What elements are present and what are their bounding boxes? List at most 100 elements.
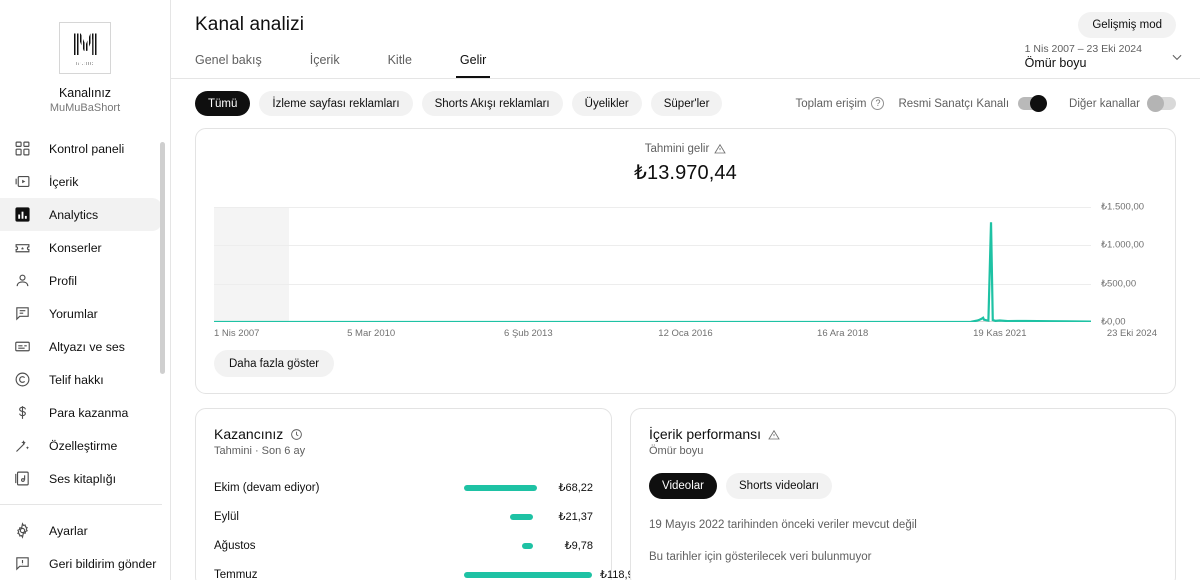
chip-tumu[interactable]: Tümü <box>195 91 251 116</box>
earnings-month-label: Ağustos <box>214 539 256 552</box>
analytics-icon <box>13 205 32 224</box>
warning-icon <box>714 143 727 155</box>
main-content: Kanal analizi Gelişmiş mod 1 Nis 2007 – … <box>171 0 1200 580</box>
sidebar-item-label: Kontrol paneli <box>49 141 125 156</box>
topbar: Kanal analizi Gelişmiş mod 1 Nis 2007 – … <box>171 0 1200 78</box>
page-title: Kanal analizi <box>195 14 305 35</box>
earnings-value: ₺9,78 <box>564 540 593 552</box>
sidebar-item-altyazi-ve-ses[interactable]: Altyazı ve ses <box>0 330 162 363</box>
earnings-bar <box>522 542 533 549</box>
sidebar-item-label: Para kazanma <box>49 405 129 420</box>
other-channels-toggle[interactable] <box>1147 95 1176 112</box>
chip-uyelikler[interactable]: Üyelikler <box>571 91 642 116</box>
comment-icon <box>13 304 32 323</box>
earnings-month-label: Ekim (devam ediyor) <box>214 481 320 494</box>
person-icon <box>13 271 32 290</box>
sidebar-nav: Kontrol paneli İçerik Analytics Konserle… <box>0 132 170 580</box>
sidebar-item-label: Özelleştirme <box>49 438 118 453</box>
revenue-metric-label-wrap: Tahmini gelir <box>645 143 727 155</box>
channel-title: Kanalınız <box>58 86 112 100</box>
help-icon[interactable]: ? <box>871 97 885 110</box>
earnings-bar <box>464 571 592 578</box>
channel-logo-subtext: MUSIC <box>60 61 110 66</box>
performance-tabs: Videolar Shorts videoları <box>649 473 1157 499</box>
revenue-series <box>214 207 1091 322</box>
audio-library-icon <box>13 469 32 488</box>
dashboard-icon <box>13 139 32 158</box>
earnings-bar-wrap <box>464 513 541 520</box>
sidebar-item-profil[interactable]: Profil <box>0 264 162 297</box>
plot-inner <box>214 207 1091 322</box>
performance-card-title-row: İçerik performansı <box>649 426 1157 442</box>
tab-gelir[interactable]: Gelir <box>450 53 496 78</box>
performance-message-secondary: Bu tarihler için gösterilecek veri bulun… <box>649 551 872 563</box>
earnings-row: Ekim (devam ediyor) ₺68,22 <box>214 473 593 502</box>
app-root: M MUSIC Kanalınız MuMuBaShort Kontrol pa… <box>0 0 1200 580</box>
performance-message-primary: 19 Mayıs 2022 tarihinden önceki veriler … <box>649 519 917 531</box>
sidebar-item-geri-bildirim-gonder[interactable]: Geri bildirim gönder <box>0 547 162 580</box>
sidebar-item-konserler[interactable]: Konserler <box>0 231 162 264</box>
sidebar-item-analytics[interactable]: Analytics <box>0 198 162 231</box>
show-more-button[interactable]: Daha fazla göster <box>214 350 335 377</box>
tab-videolar[interactable]: Videolar <box>649 473 717 499</box>
tab-icerik[interactable]: İçerik <box>300 53 350 78</box>
official-artist-channel-label: Resmi Sanatçı Kanalı <box>898 97 1010 110</box>
earnings-value: ₺21,37 <box>558 511 593 523</box>
sidebar-item-icerik[interactable]: İçerik <box>0 165 162 198</box>
x-axis-labels: 1 Nis 2007 5 Mar 2010 6 Şub 2013 12 Oca 201… <box>214 328 1157 344</box>
sidebar-item-label: Altyazı ve ses <box>49 339 125 354</box>
sidebar-item-kontrol-paneli[interactable]: Kontrol paneli <box>0 132 162 165</box>
sidebar-item-yorumlar[interactable]: Yorumlar <box>0 297 162 330</box>
revenue-plot[interactable]: ₺0,00 ₺500,00 ₺1.000,00 ₺1.500,00 <box>196 202 1175 328</box>
performance-card-subtitle: Ömür boyu <box>649 445 704 457</box>
copyright-icon <box>13 370 32 389</box>
earnings-list: Ekim (devam ediyor) ₺68,22 Eylül ₺21,37 Ağus… <box>214 473 640 580</box>
sidebar-item-ozellestirme[interactable]: Özelleştirme <box>0 429 162 462</box>
x-axis-tick-label: 5 Mar 2010 <box>347 328 396 339</box>
tab-kitle[interactable]: Kitle <box>378 53 422 78</box>
sidebar-item-para-kazanma[interactable]: Para kazanma <box>0 396 162 429</box>
sidebar-item-label: Yorumlar <box>49 306 98 321</box>
earnings-bar-wrap <box>464 571 600 578</box>
sidebar-item-ayarlar[interactable]: Ayarlar <box>0 514 162 547</box>
warning-icon <box>768 428 780 440</box>
analytics-tabs: Genel bakış İçerik Kitle Gelir <box>195 53 1178 78</box>
sidebar-item-label: Profil <box>49 273 78 288</box>
sidebar-item-telif-hakki[interactable]: Telif hakkı <box>0 363 162 396</box>
sidebar-item-label: Konserler <box>49 240 102 255</box>
y-axis-tick-label: ₺1.000,00 <box>1101 239 1145 251</box>
earnings-card-title: Kazancınız <box>214 426 284 442</box>
official-artist-channel-toggle[interactable] <box>1018 95 1048 112</box>
chip-superler[interactable]: Süper'ler <box>650 91 723 116</box>
toggle-knob <box>1147 95 1164 112</box>
advanced-mode-button[interactable]: Gelişmiş mod <box>1078 12 1176 38</box>
revenue-chart-card: Tahmini gelir ₺13.970,44 ₺0,00 ₺500,00 ₺… <box>195 128 1176 394</box>
dollar-icon <box>13 403 32 422</box>
sidebar-scrollbar[interactable] <box>160 142 165 374</box>
sidebar-item-label: Geri bildirim gönder <box>49 556 157 571</box>
x-axis-tick-label: 19 Kas 2021 <box>973 328 1027 339</box>
earnings-card-subtitle: Tahmini · Son 6 ay <box>214 445 306 457</box>
x-axis-tick-label: 1 Nis 2007 <box>214 328 260 339</box>
content-icon <box>13 172 32 191</box>
revenue-metric-value: ₺13.970,44 <box>634 162 737 184</box>
tab-shorts-videolari[interactable]: Shorts videoları <box>726 473 832 499</box>
sidebar-item-ses-kitapligi[interactable]: Ses kitaplığı <box>0 462 162 495</box>
x-axis-tick-label: 23 Eki 2024 <box>1106 328 1157 339</box>
chip-shorts-akisi-reklamlari[interactable]: Shorts Akışı reklamları <box>421 91 563 116</box>
earnings-card: Kazancınız Tahmini · Son 6 ay Ekim (deva… <box>195 408 640 580</box>
earnings-month-label: Temmuz <box>214 568 258 580</box>
y-axis-tick-label: ₺0,00 <box>1101 316 1126 328</box>
sidebar-divider <box>0 504 162 505</box>
wand-icon <box>13 436 32 455</box>
tab-genel-bakis[interactable]: Genel bakış <box>185 53 272 78</box>
x-axis-tick-label: 12 Oca 2016 <box>658 328 713 339</box>
sidebar-item-label: Telif hakkı <box>49 372 104 387</box>
chip-izleme-sayfasi-reklamlari[interactable]: İzleme sayfası reklamları <box>259 91 413 116</box>
avatar[interactable]: M MUSIC <box>59 22 111 74</box>
sidebar: M MUSIC Kanalınız MuMuBaShort Kontrol pa… <box>0 0 171 580</box>
filter-chip-row: Tümü İzleme sayfası reklamları Shorts Ak… <box>171 79 1200 116</box>
feedback-icon <box>13 554 32 573</box>
y-axis-tick-label: ₺1.500,00 <box>1101 201 1145 213</box>
earnings-bar <box>510 513 533 520</box>
